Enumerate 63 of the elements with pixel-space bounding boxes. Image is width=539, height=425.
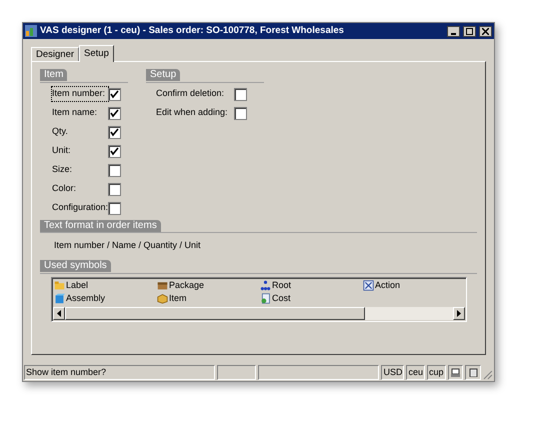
scroll-left-button[interactable]	[53, 306, 65, 320]
action-icon	[363, 280, 374, 291]
right-arrow-icon	[457, 310, 461, 316]
checkbox[interactable]	[108, 144, 121, 158]
group-heading: Setup	[146, 69, 180, 81]
minimize-button[interactable]	[447, 26, 460, 36]
app-icon	[25, 25, 37, 37]
checkbox[interactable]	[234, 106, 247, 120]
hierarchy-icon	[260, 280, 271, 291]
field-label: Edit when adding:	[156, 106, 229, 120]
field-label: Unit:	[52, 144, 72, 158]
symbol-label: Action	[375, 278, 400, 292]
checkbox[interactable]	[234, 88, 247, 100]
scroll-right-button[interactable]	[453, 306, 465, 320]
field-label: Qty.	[52, 125, 69, 138]
checkbox[interactable]	[108, 182, 121, 196]
checkbox[interactable]	[108, 126, 121, 138]
symbol-label: Cost	[272, 292, 291, 305]
left-arrow-icon	[57, 310, 61, 316]
check-icon	[110, 146, 119, 156]
folder-icon	[54, 280, 65, 291]
symbol-label: Item	[169, 292, 187, 305]
package-icon	[157, 280, 168, 291]
horizontal-scrollbar[interactable]	[53, 306, 465, 320]
status-pane: cup	[426, 365, 446, 380]
cube-icon	[54, 293, 65, 304]
field-label: Confirm deletion:	[156, 87, 226, 100]
printer-icon	[450, 368, 460, 377]
symbol-label: Package	[169, 278, 204, 292]
document-icon	[260, 293, 271, 304]
symbol-label: Assembly	[66, 292, 106, 305]
field-label: Item name:	[52, 106, 98, 120]
field-label: Configuration:	[52, 201, 108, 214]
resize-grip-icon[interactable]	[483, 368, 493, 380]
scroll-thumb[interactable]	[65, 306, 365, 320]
group-heading: Used symbols	[40, 260, 111, 272]
status-message: Show item number?	[24, 365, 215, 380]
field-label: Color:	[52, 182, 78, 196]
maximize-button[interactable]	[463, 26, 476, 36]
status-pane: ceu	[406, 365, 425, 380]
check-icon	[110, 128, 119, 136]
close-icon	[482, 28, 489, 34]
maximize-icon	[466, 28, 473, 34]
check-icon	[110, 90, 119, 98]
box-icon	[157, 293, 168, 304]
window-title: VAS designer (1 - ceu) - Sales order: SO-100778, Forest Wholesales	[40, 24, 345, 38]
symbol-label: Root	[272, 278, 292, 292]
checkbox[interactable]	[108, 202, 121, 214]
symbol-label: Label	[66, 278, 88, 292]
database-icon	[468, 368, 478, 377]
close-button[interactable]	[479, 26, 492, 36]
group-heading: Text format in order items	[40, 220, 161, 232]
status-pane: USD	[381, 365, 404, 380]
field-label: Size:	[52, 163, 74, 176]
tab[interactable]: Setup	[79, 45, 114, 62]
text-format-value: Item number / Name / Quantity / Unit	[53, 239, 202, 252]
tab[interactable]: Designer	[31, 47, 80, 61]
checkbox[interactable]	[108, 88, 121, 100]
checkbox[interactable]	[108, 106, 121, 120]
checkbox[interactable]	[108, 164, 121, 176]
check-icon	[110, 108, 119, 118]
group-heading: Item	[40, 69, 68, 81]
field-label: Item number:	[52, 87, 108, 101]
